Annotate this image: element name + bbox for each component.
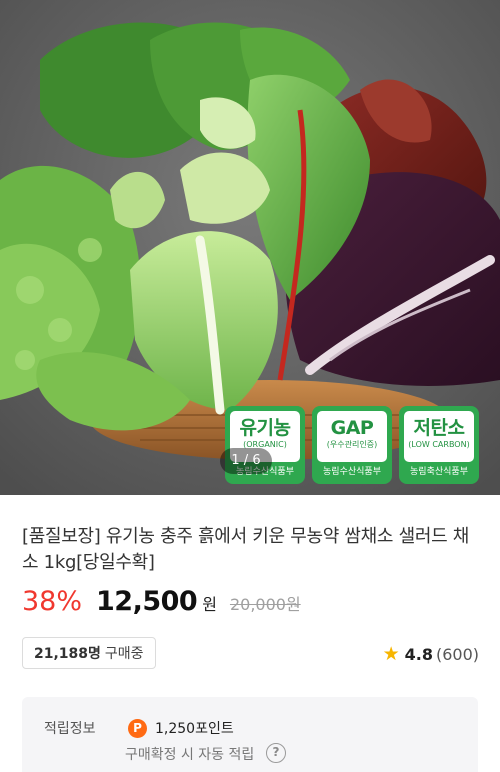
low-carbon-certification-badge: 저탄소 (LOW CARBON) 농림축산식품부 [399, 406, 479, 484]
rating-summary[interactable]: ★ 4.8 (600) [383, 642, 479, 666]
help-icon[interactable]: ? [266, 743, 286, 763]
buyers-label: 구매중 [104, 646, 144, 662]
badge-title: 유기농 [239, 417, 291, 439]
price-row: 38% 12,500 원 20,000원 [22, 586, 301, 622]
points-label: 적립정보 [44, 721, 96, 737]
original-price: 20,000원 [229, 595, 301, 614]
points-info-box: 적립정보 P 1,250포인트 구매확정 시 자동 적립 ? [22, 697, 478, 772]
points-p-icon: P [128, 719, 147, 738]
star-icon: ★ [382, 643, 400, 665]
points-note: 구매확정 시 자동 적립 [125, 747, 255, 763]
review-count: (600) [435, 644, 479, 664]
badge-subtitle: (LOW CARBON) [408, 440, 470, 449]
buyers-count-chip: 21,188명 구매중 [22, 637, 156, 669]
badge-title: GAP [330, 417, 374, 439]
badge-issuer: 농림축산식품부 [410, 467, 468, 477]
rating-score: 4.8 [404, 644, 433, 664]
sale-price: 12,500 [96, 586, 198, 617]
badge-title: 저탄소 [413, 417, 465, 439]
product-title: [품질보장] 유기농 충주 흙에서 키운 무농약 쌈채소 샐러드 채소 1kg[… [22, 526, 470, 573]
badge-issuer: 농림수산식품부 [323, 467, 381, 477]
currency-unit: 원 [202, 595, 217, 614]
badge-subtitle: (우수관리인증) [326, 440, 378, 449]
discount-rate: 38% [22, 586, 83, 617]
image-page-indicator: 1 / 6 [220, 448, 272, 474]
product-image-gallery[interactable]: 유기농 (ORGANIC) 농림수산식품부 GAP (우수관리인증) 농림수산식… [0, 0, 500, 495]
gap-certification-badge: GAP (우수관리인증) 농림수산식품부 [312, 406, 392, 484]
points-value: 1,250포인트 [155, 721, 234, 737]
buyers-count: 21,188명 [34, 646, 101, 662]
